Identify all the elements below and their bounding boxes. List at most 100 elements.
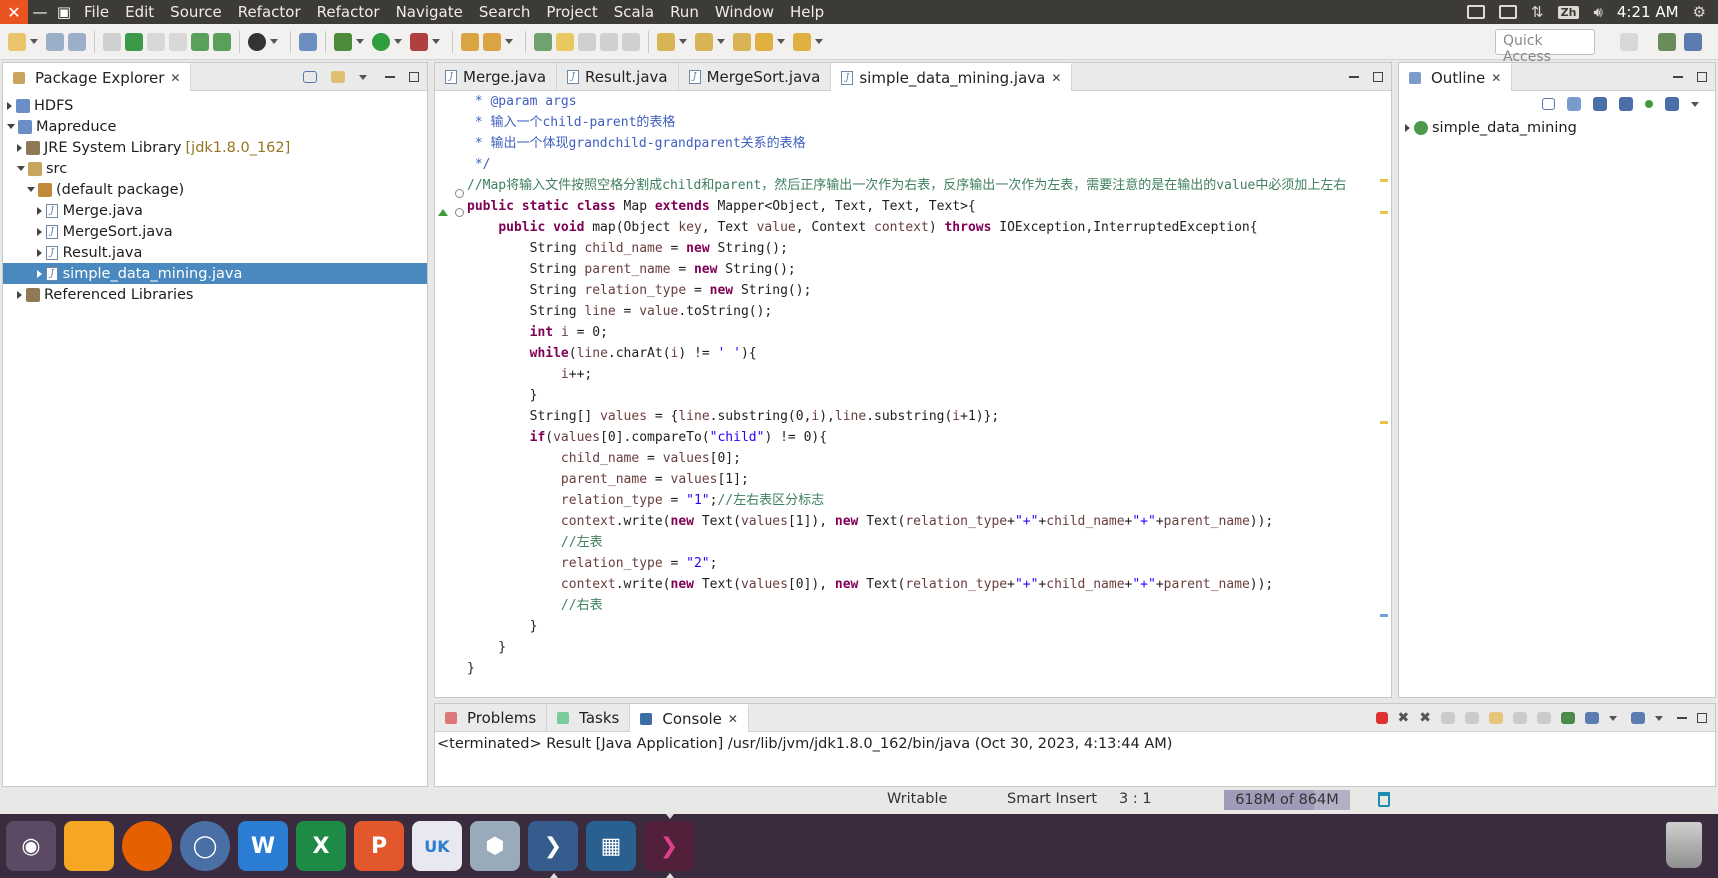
show-whitespace-icon[interactable]: [600, 32, 618, 51]
menu-help[interactable]: Help: [782, 0, 832, 24]
window-close-button[interactable]: ✕: [0, 0, 28, 24]
display-console-icon[interactable]: [1585, 712, 1599, 724]
excel-icon[interactable]: X: [296, 821, 346, 871]
expand-arrow-icon[interactable]: [37, 227, 42, 236]
close-icon[interactable]: ✕: [1051, 71, 1061, 85]
hide-nonpublic-icon[interactable]: [1645, 100, 1653, 108]
scroll-lock-icon[interactable]: [1465, 712, 1479, 724]
link-editor-icon[interactable]: [331, 71, 345, 83]
remove-launch-icon[interactable]: ✖: [1398, 710, 1410, 726]
warning-marker[interactable]: [1380, 179, 1388, 182]
outline-tab[interactable]: Outline ✕: [1399, 62, 1513, 91]
menu-edit[interactable]: Edit: [117, 0, 162, 24]
input-method-badge[interactable]: Zh: [1557, 5, 1580, 19]
tree-node-jre[interactable]: JRE System Library [jdk1.8.0_162]: [3, 137, 427, 158]
collapse-arrow-icon[interactable]: [27, 187, 35, 192]
tree-node-mapreduce[interactable]: Mapreduce: [3, 116, 427, 137]
close-icon[interactable]: ✕: [728, 712, 738, 726]
open-folder-icon[interactable]: [461, 32, 479, 51]
prev-annotation-icon[interactable]: [695, 32, 713, 51]
editor-tab[interactable]: J Result.java: [557, 62, 679, 91]
profile-icon[interactable]: [248, 32, 266, 51]
menu-file[interactable]: File: [76, 0, 117, 24]
editor-tab[interactable]: J MergeSort.java: [679, 62, 832, 91]
powerpoint-icon[interactable]: P: [354, 821, 404, 871]
word-icon[interactable]: W: [238, 821, 288, 871]
profile-dropdown-icon[interactable]: [270, 39, 278, 44]
view-menu-icon[interactable]: [359, 74, 367, 80]
search-dropdown-icon[interactable]: [505, 39, 513, 44]
expand-arrow-icon[interactable]: [7, 101, 12, 110]
paragraph-icon[interactable]: [622, 32, 640, 51]
menu-project[interactable]: Project: [538, 0, 605, 24]
back-dropdown-icon[interactable]: [777, 39, 785, 44]
minimize-icon[interactable]: [1673, 76, 1683, 78]
maximize-icon[interactable]: [1697, 72, 1707, 82]
maximize-icon[interactable]: [1697, 713, 1707, 723]
editor-tab-active[interactable]: J simple_data_mining.java ✕: [831, 62, 1073, 91]
tasks-icon[interactable]: [125, 32, 143, 51]
trash-icon[interactable]: [1666, 822, 1702, 868]
warning-marker[interactable]: [1380, 421, 1388, 424]
new-icon[interactable]: [8, 32, 26, 51]
menu-refactor[interactable]: Refactor: [230, 0, 309, 24]
expand-arrow-icon[interactable]: [37, 269, 42, 278]
garbage-collect-icon[interactable]: [1378, 792, 1390, 807]
view-menu-icon[interactable]: [1691, 101, 1699, 107]
tree-node-hdfs[interactable]: HDFS: [3, 95, 427, 116]
code-area[interactable]: * @param args * 输入一个child-parent的表格 * 输出…: [467, 91, 1377, 697]
block-selection-icon[interactable]: [578, 32, 596, 51]
power-gear-icon[interactable]: ⚙︎: [1693, 3, 1706, 21]
vscode-icon[interactable]: ❯: [528, 821, 578, 878]
warning-marker[interactable]: [1380, 211, 1388, 214]
hide-fields-icon[interactable]: [1593, 97, 1607, 111]
fold-icon[interactable]: [455, 208, 464, 217]
menu-navigate[interactable]: Navigate: [388, 0, 471, 24]
next-annotation-icon[interactable]: [657, 32, 675, 51]
remove-all-terminated-icon[interactable]: ✖: [1419, 710, 1431, 726]
collapse-all-icon[interactable]: [303, 71, 317, 83]
clock[interactable]: 4:21 AM: [1617, 3, 1679, 21]
last-edit-icon[interactable]: [733, 32, 751, 51]
minimize-icon[interactable]: [385, 76, 395, 78]
prev-annotation-dropdown-icon[interactable]: [717, 39, 725, 44]
menu-search[interactable]: Search: [471, 0, 539, 24]
tree-node-file[interactable]: J MergeSort.java: [3, 221, 427, 242]
run-dropdown-icon[interactable]: [394, 39, 402, 44]
expand-arrow-icon[interactable]: [17, 290, 22, 299]
new-dropdown-icon[interactable]: [30, 39, 38, 44]
open-console-icon[interactable]: [1631, 712, 1645, 724]
display-icon[interactable]: [1467, 5, 1486, 19]
package-explorer-tab[interactable]: Package Explorer ✕: [3, 62, 192, 91]
java-perspective-icon[interactable]: [1658, 33, 1676, 51]
display-console-dropdown-icon[interactable]: [1609, 715, 1617, 721]
window-minimize-button[interactable]: —: [28, 0, 52, 24]
occurrence-marker[interactable]: [1380, 614, 1388, 617]
new-java-file-icon[interactable]: [147, 32, 165, 51]
terminal-grid-icon[interactable]: ▦: [586, 821, 636, 871]
skip-breakpoints-icon[interactable]: [299, 32, 317, 51]
show-stdout-icon[interactable]: [1513, 712, 1527, 724]
clear-console-icon[interactable]: [1441, 712, 1455, 724]
menu-refactor-2[interactable]: Refactor: [309, 0, 388, 24]
ubuntu-icon[interactable]: ◉: [6, 821, 56, 871]
toggle-block-icon[interactable]: [103, 32, 121, 51]
menu-run[interactable]: Run: [662, 0, 707, 24]
collapse-arrow-icon[interactable]: [17, 166, 25, 171]
search-tool-icon[interactable]: [483, 32, 501, 51]
mark-occurrences-icon[interactable]: [534, 32, 552, 51]
close-icon[interactable]: ✕: [170, 71, 180, 85]
ukui-icon[interactable]: UK: [412, 821, 462, 871]
menu-scala[interactable]: Scala: [606, 0, 662, 24]
debug-icon[interactable]: [334, 32, 352, 51]
run-icon[interactable]: [372, 32, 390, 51]
terminate-icon[interactable]: [1375, 712, 1388, 724]
collapse-arrow-icon[interactable]: [7, 124, 15, 129]
heap-status[interactable]: 618M of 864M: [1224, 790, 1350, 810]
debug-dropdown-icon[interactable]: [356, 39, 364, 44]
refresh-icon[interactable]: [213, 32, 231, 51]
window-restore-button[interactable]: ▣: [52, 0, 76, 24]
open-type-icon[interactable]: [169, 32, 187, 51]
expand-arrow-icon[interactable]: [37, 248, 42, 257]
tree-node-file-selected[interactable]: J simple_data_mining.java: [3, 263, 427, 284]
